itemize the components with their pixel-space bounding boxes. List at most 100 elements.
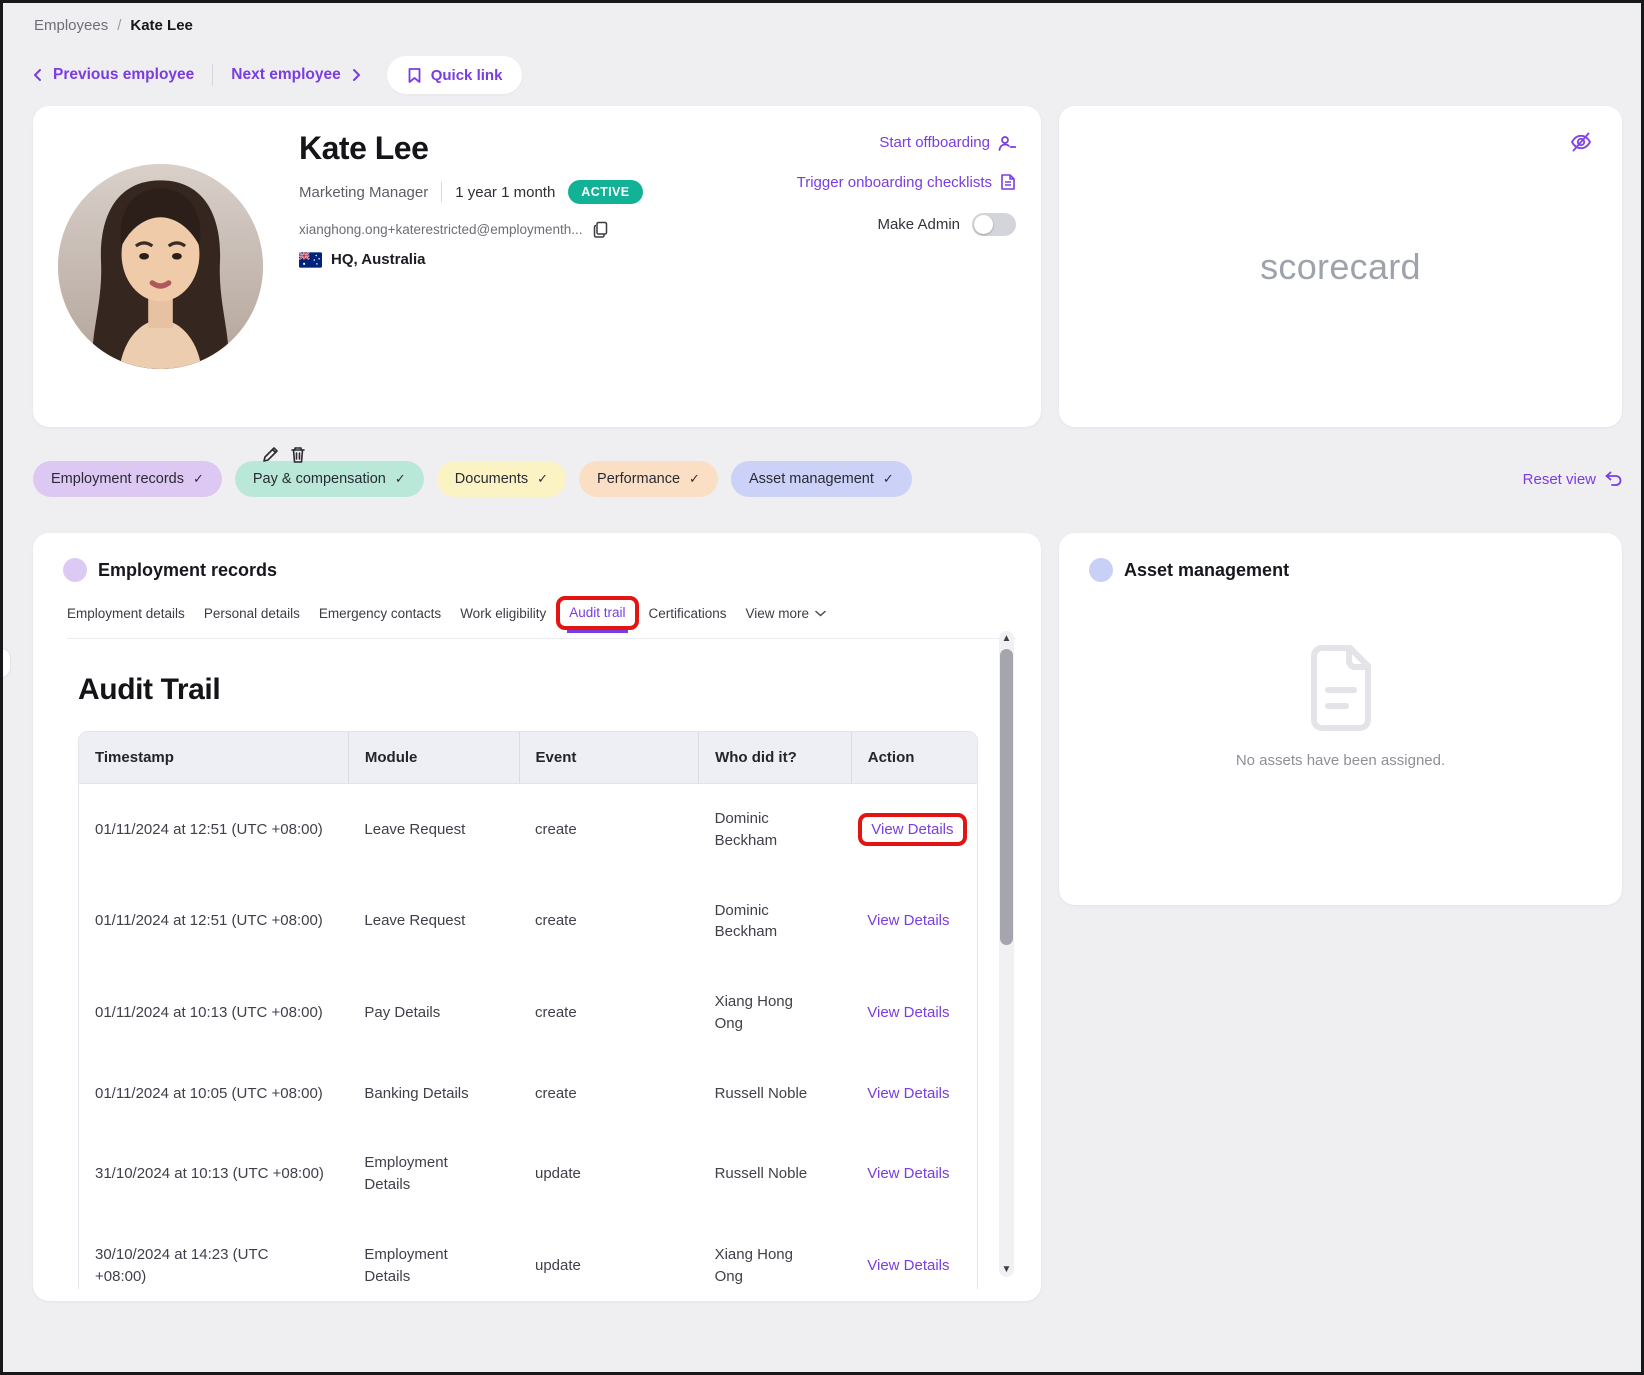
bookmark-icon xyxy=(407,67,422,84)
meta-divider xyxy=(441,182,442,202)
section-title: Employment records xyxy=(98,560,277,581)
asset-management-header: Asset management xyxy=(1089,558,1622,582)
cell-timestamp: 01/11/2024 at 10:05 (UTC +08:00) xyxy=(95,1083,330,1105)
next-employee-button[interactable]: Next employee xyxy=(231,66,362,84)
sidebar-handle[interactable] xyxy=(0,648,11,678)
cell-timestamp: 01/11/2024 at 12:51 (UTC +08:00) xyxy=(95,910,330,932)
job-title: Marketing Manager xyxy=(299,184,428,201)
cell-timestamp: 31/10/2024 at 10:13 (UTC +08:00) xyxy=(95,1163,330,1185)
table-header-row: Timestamp Module Event Who did it? Actio… xyxy=(79,732,977,784)
view-details-link[interactable]: View Details xyxy=(871,821,953,838)
col-action: Action xyxy=(851,732,977,784)
records-tabs: Employment details Personal details Emer… xyxy=(67,600,1016,639)
cell-who: Russell Noble xyxy=(715,1083,825,1105)
employment-records-header: Employment records xyxy=(63,558,1041,582)
pill-performance[interactable]: Performance ✓ xyxy=(579,461,718,497)
make-admin-row: Make Admin xyxy=(877,213,1016,236)
table-row: 01/11/2024 at 10:13 (UTC +08:00) Pay Det… xyxy=(79,967,977,1059)
edit-photo-icon[interactable] xyxy=(261,445,280,464)
pill-employment-records[interactable]: Employment records ✓ xyxy=(33,461,222,497)
breadcrumb: Employees / Kate Lee xyxy=(34,17,1641,34)
asset-management-card: Asset management No assets have been ass… xyxy=(1059,533,1622,905)
view-details-link[interactable]: View Details xyxy=(867,1085,949,1102)
section-pills-row: Employment records ✓ Pay & compensation … xyxy=(33,461,1622,497)
pill-documents[interactable]: Documents ✓ xyxy=(437,461,566,497)
asset-empty-state: No assets have been assigned. xyxy=(1059,644,1622,769)
cell-module: Employment Details xyxy=(364,1244,484,1288)
asset-empty-message: No assets have been assigned. xyxy=(1236,752,1445,769)
toggle-knob xyxy=(974,215,993,234)
profile-actions: Start offboarding Trigger onboarding che… xyxy=(797,134,1016,236)
tab-audit-trail[interactable]: Audit trail xyxy=(569,605,625,620)
copy-email-icon[interactable] xyxy=(593,221,608,238)
quick-link-button[interactable]: Quick link xyxy=(387,56,523,94)
document-icon xyxy=(1000,173,1016,191)
location-row: HQ, Australia xyxy=(299,251,643,268)
start-offboarding-link[interactable]: Start offboarding xyxy=(879,134,1016,151)
tab-emergency-contacts[interactable]: Emergency contacts xyxy=(319,606,441,621)
page: Employees / Kate Lee Previous employee N… xyxy=(0,0,1644,1375)
table-row: 01/11/2024 at 10:05 (UTC +08:00) Banking… xyxy=(79,1059,977,1129)
empty-document-icon xyxy=(1304,644,1378,732)
section-dot xyxy=(1089,558,1113,582)
profile-meta: Marketing Manager 1 year 1 month ACTIVE xyxy=(299,180,643,204)
scroll-up-arrow[interactable]: ▲ xyxy=(999,633,1014,644)
cell-event: create xyxy=(519,1059,699,1129)
employee-email: xianghong.ong+katerestricted@employmenth… xyxy=(299,222,583,237)
cell-module: Banking Details xyxy=(364,1083,484,1105)
tab-personal-details[interactable]: Personal details xyxy=(204,606,300,621)
status-badge: ACTIVE xyxy=(568,180,642,204)
cell-who: Dominic Beckham xyxy=(715,808,825,852)
view-details-link[interactable]: View Details xyxy=(867,912,949,929)
cell-module: Leave Request xyxy=(364,819,484,841)
check-icon: ✓ xyxy=(689,471,700,487)
audit-trail-viewport: Audit Trail Timestamp Module Event Who d… xyxy=(33,639,1041,1289)
cell-timestamp: 01/11/2024 at 12:51 (UTC +08:00) xyxy=(95,819,330,841)
pill-asset-management[interactable]: Asset management ✓ xyxy=(731,461,912,497)
chevron-left-icon xyxy=(31,68,45,82)
trigger-onboarding-link[interactable]: Trigger onboarding checklists xyxy=(797,173,1016,191)
cell-event: create xyxy=(519,876,699,968)
cell-who: Xiang Hong Ong xyxy=(715,991,825,1035)
tenure: 1 year 1 month xyxy=(455,184,555,201)
cell-who: Xiang Hong Ong xyxy=(715,1244,825,1288)
make-admin-toggle[interactable] xyxy=(972,213,1016,236)
cell-who: Russell Noble xyxy=(715,1163,825,1185)
scrollbar[interactable]: ▲ ▼ xyxy=(999,631,1014,1277)
breadcrumb-employees[interactable]: Employees xyxy=(34,17,108,34)
view-details-link[interactable]: View Details xyxy=(867,1004,949,1021)
bottom-cards-row: Employment records Employment details Pe… xyxy=(33,533,1622,1301)
audit-trail-table: Timestamp Module Event Who did it? Actio… xyxy=(78,731,978,1289)
annotation-box-view-details: View Details xyxy=(858,813,966,846)
tab-certifications[interactable]: Certifications xyxy=(649,606,727,621)
chevron-down-icon xyxy=(815,610,826,617)
avatar xyxy=(58,164,263,369)
nav-divider xyxy=(212,64,213,86)
cell-event: update xyxy=(519,1128,699,1220)
scroll-down-arrow[interactable]: ▼ xyxy=(999,1264,1014,1275)
delete-photo-icon[interactable] xyxy=(289,445,307,464)
reset-view-button[interactable]: Reset view xyxy=(1523,471,1622,488)
audit-trail-heading: Audit Trail xyxy=(78,673,1041,707)
pill-pay-compensation[interactable]: Pay & compensation ✓ xyxy=(235,461,424,497)
col-event: Event xyxy=(519,732,699,784)
avatar-actions xyxy=(261,445,307,464)
check-icon: ✓ xyxy=(883,471,894,487)
view-details-link[interactable]: View Details xyxy=(867,1257,949,1274)
top-cards-row: Kate Lee Marketing Manager 1 year 1 mont… xyxy=(33,106,1622,427)
australia-flag-icon xyxy=(299,252,322,268)
cell-timestamp: 30/10/2024 at 14:23 (UTC +08:00) xyxy=(95,1244,280,1288)
scorecard-placeholder: scorecard xyxy=(1059,106,1622,427)
view-details-link[interactable]: View Details xyxy=(867,1165,949,1182)
breadcrumb-current: Kate Lee xyxy=(130,17,193,34)
tab-employment-details[interactable]: Employment details xyxy=(67,606,185,621)
scrollbar-thumb[interactable] xyxy=(1000,649,1013,945)
breadcrumb-separator: / xyxy=(117,17,121,34)
tab-work-eligibility[interactable]: Work eligibility xyxy=(460,606,546,621)
cell-event: create xyxy=(519,784,699,876)
tab-view-more[interactable]: View more xyxy=(746,606,827,621)
scorecard-card: scorecard xyxy=(1059,106,1622,427)
previous-employee-button[interactable]: Previous employee xyxy=(31,66,194,84)
cell-module: Leave Request xyxy=(364,910,484,932)
col-timestamp: Timestamp xyxy=(79,732,348,784)
